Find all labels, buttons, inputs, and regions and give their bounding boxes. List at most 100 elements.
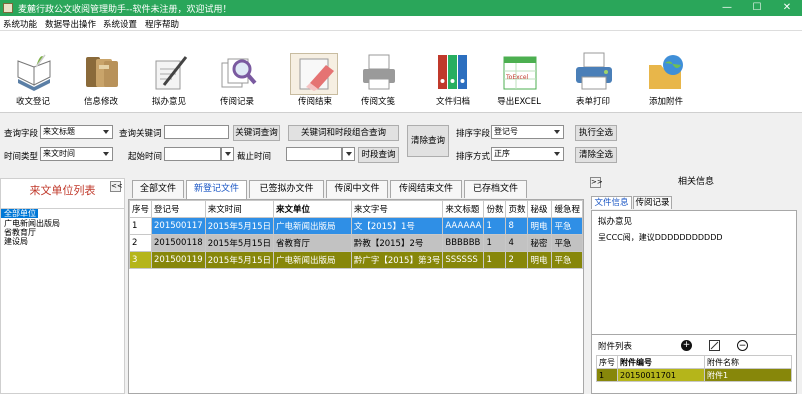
query-field-select[interactable]: 来文标题 (40, 125, 113, 139)
unit-item[interactable]: 建设局 (1, 237, 124, 246)
circulation-note-button[interactable]: 传阅文笺 (345, 31, 411, 111)
sort-field-select[interactable]: 登记号 (491, 125, 564, 139)
col-header[interactable]: 来文标题 (442, 200, 485, 218)
close-button[interactable]: ✕ (772, 0, 802, 16)
attachment-list-label: 附件列表 (598, 342, 633, 352)
keyword-search-button[interactable]: 关键词查询 (233, 125, 280, 141)
maximize-button[interactable]: ☐ (742, 0, 772, 16)
print-form-button[interactable]: 表单打印 (560, 31, 626, 111)
records-button[interactable]: 传阅记录 (204, 31, 270, 111)
unit-item[interactable]: 广电新闻出版局 (1, 219, 124, 228)
archive-button[interactable]: 文件归档 (420, 31, 486, 111)
attachment-row[interactable]: 1 20150011701 附件1 (596, 368, 792, 382)
table-row[interactable]: 3 201500119 2015年5月15日 广电新闻出版局 黔广字【2015】第3号 S… (129, 251, 583, 269)
opinion-box: 拟办意见 呈CCC阅，建议DDDDDDDDDDD (591, 210, 797, 350)
start-time-input[interactable] (164, 147, 221, 161)
tab-circulation-records[interactable]: 传阅记录 (633, 196, 672, 209)
remove-attachment-icon[interactable]: − (737, 340, 748, 351)
table-cell: 黔广字【2015】第3号 (350, 251, 444, 269)
unit-item-all[interactable]: 全部单位 (1, 209, 38, 218)
window-title: 麦麓行政公文收阅管理助手--软件未注册，欢迎试用！ (18, 5, 232, 15)
unit-item[interactable]: 省教育厅 (1, 228, 124, 237)
clear-search-button[interactable]: 清除查询 (407, 125, 449, 157)
opinion-label: 拟办意见 (151, 97, 186, 107)
att-col-header[interactable]: 附件编号 (617, 355, 705, 369)
related-info-title: 相关信息 (678, 177, 715, 187)
opinion-label: 拟办意见 (598, 217, 633, 227)
table-cell: 201500119 (151, 251, 206, 269)
table-cell: 2015年5月15日 (204, 234, 275, 252)
collapse-left-button[interactable]: << (110, 181, 123, 192)
att-cell: 1 (596, 368, 618, 382)
add-attachment-icon[interactable]: + (681, 340, 692, 351)
tab-circulation-finished[interactable]: 传阅结束文件 (390, 180, 462, 198)
execute-select-all-button[interactable]: 执行全选 (575, 125, 617, 141)
expand-right-button[interactable]: >> (590, 177, 603, 188)
table-row[interactable]: 2 201500118 2015年5月15日 省教育厅 黔教【2015】2号 BBBBBB… (129, 234, 583, 252)
tab-in-circulation[interactable]: 传阅中文件 (326, 180, 388, 198)
tab-archived[interactable]: 已存档文件 (464, 180, 527, 198)
start-date-picker[interactable] (221, 147, 234, 161)
modify-button[interactable]: 信息修改 (68, 31, 134, 111)
table-cell: 秘密 (527, 234, 553, 252)
att-col-header[interactable]: 附件名称 (704, 355, 792, 369)
menu-help[interactable]: 程序帮助 (145, 18, 179, 30)
unit-list-panel: 来文单位列表 << 全部单位 广电新闻出版局 省教育厅 建设局 (0, 178, 125, 394)
magnifier-docs-icon (221, 58, 257, 88)
col-header[interactable]: 登记号 (151, 200, 206, 218)
col-header[interactable]: 来文字号 (350, 200, 444, 218)
period-search-button[interactable]: 时段查询 (358, 147, 399, 163)
tab-new-registered[interactable]: 新登记文件 (186, 180, 247, 199)
col-header[interactable]: 页数 (505, 200, 529, 218)
att-col-header[interactable]: 序号 (596, 355, 618, 369)
attachment-panel: 附件列表 + − 序号 附件编号 附件名称 1 20150011701 附件1 (591, 334, 797, 394)
clear-select-all-button[interactable]: 清除全选 (575, 147, 617, 163)
table-cell: 广电新闻出版局 (273, 217, 352, 235)
related-info-panel: >> 相关信息 文件信息 传阅记录 拟办意见 呈CCC阅，建议DDDDDDDDD… (589, 174, 800, 394)
table-cell: BBBBBB (442, 234, 485, 252)
globe-folder-icon (649, 55, 683, 89)
keyword-label: 查询关键词 (119, 129, 162, 139)
finish-circulation-button[interactable]: 传阅结束 (282, 31, 348, 111)
menu-export[interactable]: 数据导出操作 (45, 18, 96, 30)
combined-search-button[interactable]: 关键词和时段组合查询 (288, 125, 399, 141)
table-cell: 4 (505, 234, 529, 252)
table-cell: 明电 (527, 251, 553, 269)
col-header[interactable]: 秘级 (527, 200, 553, 218)
end-date-picker[interactable] (342, 147, 355, 161)
edit-attachment-icon[interactable] (709, 340, 720, 351)
table-cell: 文【2015】1号 (350, 217, 444, 235)
att-cell: 附件1 (704, 368, 792, 382)
table-cell: 201500118 (151, 234, 206, 252)
tab-signed-opinion[interactable]: 已签拟办文件 (249, 180, 324, 198)
sort-field-label: 排序字段 (456, 129, 491, 139)
tab-all-files[interactable]: 全部文件 (132, 180, 184, 198)
table-row[interactable]: 1 201500117 2015年5月15日 广电新闻出版局 文【2015】1号 AAAA… (129, 217, 583, 235)
circulation-note-label: 传阅文笺 (360, 97, 395, 107)
add-attachment-button[interactable]: 添加附件 (633, 31, 699, 111)
col-header[interactable]: 序号 (129, 200, 153, 218)
col-header[interactable]: 来文单位 (273, 200, 352, 218)
opinion-button[interactable]: 拟办意见 (136, 31, 202, 111)
menu-settings[interactable]: 系统设置 (103, 18, 137, 30)
keyword-input[interactable] (164, 125, 229, 139)
eraser-icon (299, 58, 334, 91)
excel-export-icon (503, 56, 537, 90)
col-header[interactable]: 来文时间 (204, 200, 275, 218)
records-label: 传阅记录 (219, 97, 254, 107)
archive-label: 文件归档 (435, 97, 470, 107)
register-button[interactable]: 收文登记 (0, 31, 66, 111)
sort-order-select[interactable]: 正序 (491, 147, 564, 161)
tab-file-info[interactable]: 文件信息 (591, 196, 632, 209)
end-time-input[interactable] (286, 147, 342, 161)
col-header[interactable]: 缓急程 (551, 200, 583, 218)
opinion-text[interactable]: 呈CCC阅，建议DDDDDDDDDDD (598, 232, 723, 243)
menu-system[interactable]: 系统功能 (3, 18, 37, 30)
time-type-label: 时间类型 (4, 152, 39, 162)
search-panel: 查询字段 来文标题 查询关键词 关键词查询 关键词和时段组合查询 清除查询 排序… (0, 113, 802, 170)
export-excel-button[interactable]: ToExcel 导出EXCEL (486, 31, 552, 111)
minimize-button[interactable]: — (712, 0, 742, 16)
table-cell: 平急 (551, 234, 583, 252)
time-type-select[interactable]: 来文时间 (40, 147, 113, 161)
col-header[interactable]: 份数 (483, 200, 507, 218)
